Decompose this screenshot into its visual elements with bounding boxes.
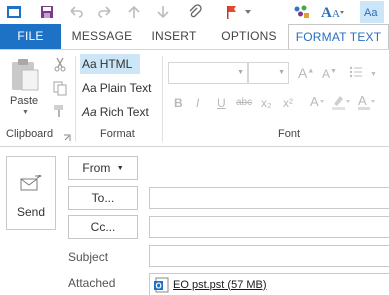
tab-file[interactable]: FILE — [0, 24, 61, 49]
font-size-combo[interactable]: ▼ — [248, 62, 289, 84]
text-effects-icon[interactable]: A — [307, 92, 325, 115]
chevron-down-icon[interactable] — [241, 1, 255, 23]
svg-text:O: O — [156, 281, 162, 290]
outlook-data-file-icon: O — [154, 277, 169, 292]
svg-text:A: A — [332, 8, 340, 20]
to-button[interactable]: To... — [68, 186, 138, 210]
strikethrough-button[interactable]: abc — [236, 97, 252, 108]
aa-icon: Aa — [82, 105, 97, 119]
save-icon[interactable] — [36, 1, 58, 23]
format-html-label: HTML — [99, 57, 133, 71]
format-plain-text-label: Plain Text — [99, 81, 152, 95]
paste-icon — [12, 59, 39, 91]
svg-text:A: A — [358, 93, 367, 108]
format-text-icon[interactable]: Aa — [360, 1, 384, 23]
flag-icon[interactable] — [220, 1, 242, 23]
from-button[interactable]: From ▼ — [68, 156, 138, 180]
bold-button[interactable]: B — [174, 96, 183, 110]
compose-header: Send From ▼ To... Cc... Subject Attached… — [0, 148, 389, 295]
ribbon-tabs: FILE MESSAGE INSERT OPTIONS FORMAT TEXT — [0, 24, 389, 50]
aa-icon: Aa — [82, 81, 97, 95]
format-rich-text-option[interactable]: Aa Rich Text — [80, 102, 149, 122]
svg-text:Aa: Aa — [364, 7, 378, 19]
paste-dropdown-icon[interactable]: ▼ — [22, 109, 29, 116]
highlight-icon[interactable] — [330, 92, 350, 115]
down-icon[interactable] — [152, 1, 174, 23]
up-icon[interactable] — [123, 1, 145, 23]
svg-text:A: A — [310, 94, 319, 109]
font-family-combo[interactable]: ▼ — [168, 62, 248, 84]
underline-button[interactable]: U — [217, 96, 226, 110]
send-button[interactable]: Send — [6, 156, 56, 230]
paste-label: Paste — [10, 95, 39, 107]
attachment-name: EO pst.pst (57 MB) — [173, 278, 267, 291]
chevron-down-icon[interactable]: ▼ — [370, 71, 377, 78]
aa-icon: Aa — [82, 57, 97, 71]
cut-icon[interactable] — [52, 56, 68, 75]
group-divider — [75, 56, 76, 142]
chevron-down-icon: ▼ — [278, 69, 285, 76]
subject-field[interactable] — [149, 245, 389, 267]
tab-options[interactable]: OPTIONS — [216, 24, 282, 49]
undo-icon[interactable] — [65, 1, 87, 23]
tab-message[interactable]: MESSAGE — [71, 24, 133, 49]
attachment-item[interactable]: O EO pst.pst (57 MB) — [149, 273, 389, 295]
cc-button[interactable]: Cc... — [68, 215, 138, 239]
app-icon[interactable] — [3, 1, 25, 23]
send-label: Send — [16, 205, 46, 219]
copy-icon[interactable] — [52, 80, 68, 99]
svg-text:A: A — [321, 5, 332, 21]
format-html-option[interactable]: Aa HTML — [80, 54, 140, 74]
tab-format-text[interactable]: FORMAT TEXT — [288, 24, 389, 50]
quick-access-toolbar: AA Aa — [0, 0, 389, 24]
paste-button[interactable] — [8, 56, 42, 97]
grow-font-icon[interactable]: A▲ — [298, 65, 314, 81]
subscript-button[interactable]: x₂ — [261, 96, 272, 110]
people-icon[interactable] — [290, 1, 312, 23]
chevron-down-icon: ▼ — [116, 164, 124, 172]
format-group-label: Format — [100, 128, 135, 140]
redo-icon[interactable] — [94, 1, 116, 23]
attached-label: Attached — [68, 276, 116, 290]
format-rich-text-label: Rich Text — [99, 105, 149, 119]
group-divider — [162, 56, 163, 142]
tab-insert[interactable]: INSERT — [148, 24, 200, 49]
format-plain-text-option[interactable]: Aa Plain Text — [80, 78, 152, 98]
dialog-launcher-icon[interactable] — [63, 131, 71, 145]
font-group-label: Font — [278, 128, 301, 140]
shrink-font-icon[interactable]: A▼ — [322, 67, 337, 81]
italic-button[interactable]: I — [196, 96, 199, 110]
chevron-down-icon: ▼ — [237, 69, 244, 76]
superscript-button[interactable]: x² — [283, 96, 293, 110]
subject-label: Subject — [68, 250, 109, 264]
format-painter-icon[interactable] — [52, 103, 68, 122]
bullets-icon[interactable] — [348, 64, 364, 83]
text-effects-icon[interactable]: AA — [318, 1, 348, 23]
font-color-icon[interactable]: A — [356, 92, 376, 115]
to-field[interactable] — [149, 187, 389, 209]
ribbon: Paste ▼ Clipboard Aa HTML Aa Plain Text … — [0, 49, 389, 147]
cc-field[interactable] — [149, 216, 389, 238]
send-icon — [20, 173, 43, 198]
clipboard-group-label: Clipboard — [6, 128, 54, 140]
attach-icon[interactable] — [184, 1, 206, 23]
from-label: From — [82, 161, 111, 175]
